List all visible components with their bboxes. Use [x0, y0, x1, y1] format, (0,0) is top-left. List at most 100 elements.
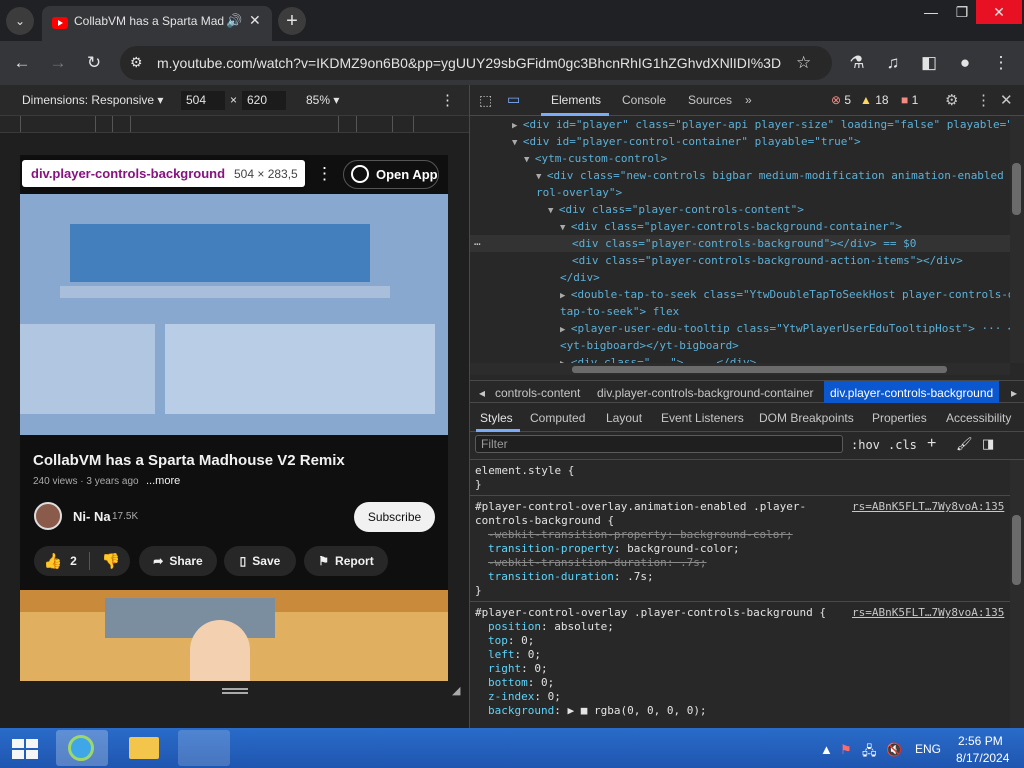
css-property-value[interactable]: absolute; — [554, 620, 614, 633]
reload-icon[interactable]: ↻ — [80, 49, 108, 77]
channel-name[interactable]: Ni- Na — [73, 509, 111, 524]
subscribe-button[interactable]: Subscribe — [354, 502, 435, 532]
start-button[interactable] — [10, 737, 40, 761]
css-property-value[interactable]: 0; — [528, 648, 541, 661]
media-query-ruler[interactable] — [0, 116, 469, 133]
styles-filter-input[interactable]: Filter — [475, 435, 843, 453]
taskbar-ie-icon[interactable] — [56, 730, 108, 766]
video-player[interactable] — [20, 194, 448, 435]
rule1-selector-cont[interactable]: controls-background { — [475, 514, 614, 528]
rule2-selector[interactable]: #player-control-overlay .player-controls… — [475, 606, 826, 620]
inspect-element-icon[interactable]: ⬚ — [479, 92, 492, 109]
dom-node[interactable]: ▼ <div class="new-controls bigbar medium… — [470, 167, 1010, 184]
input-language[interactable]: ENG — [915, 742, 941, 756]
dom-node[interactable]: ▼ <div id="player-control-container" pla… — [470, 133, 1010, 150]
css-declaration[interactable]: transition-property: background-color; — [488, 542, 740, 556]
forward-icon[interactable]: → — [44, 49, 72, 77]
viewport-resize-handle[interactable] — [222, 688, 248, 694]
css-property-name[interactable]: position — [488, 620, 541, 633]
site-info-icon[interactable]: ⚙ — [130, 54, 143, 71]
styles-vscroll-thumb[interactable] — [1012, 515, 1021, 585]
css-property-value[interactable]: .7s; — [627, 570, 654, 583]
css-property-name[interactable]: -webkit-transition-property — [488, 528, 667, 541]
tab-close-icon[interactable]: ✕ — [249, 12, 261, 29]
more-link[interactable]: ...more — [146, 475, 180, 487]
errors-count[interactable]: ⊗ 5 — [831, 93, 851, 107]
css-declaration[interactable]: right: 0; — [488, 662, 548, 676]
breadcrumb-prev-icon[interactable]: ◂ — [479, 386, 485, 400]
expand-triangle-icon[interactable]: ▼ — [536, 172, 547, 182]
channel-avatar[interactable] — [34, 502, 62, 530]
corner-resize-icon[interactable]: ◢ — [452, 684, 460, 697]
css-property-name[interactable]: bottom — [488, 676, 528, 689]
elements-vscroll[interactable] — [1010, 116, 1024, 363]
css-property-value[interactable]: ▶ ■ rgba(0, 0, 0, 0); — [567, 704, 706, 717]
expand-triangle-icon[interactable]: ▼ — [548, 206, 559, 216]
report-button[interactable]: ⚑ Report — [304, 546, 388, 576]
network-icon[interactable]: 🖧 — [862, 742, 877, 764]
settings-gear-icon[interactable]: ⚙ — [945, 91, 958, 109]
save-button[interactable]: ▯ Save — [224, 546, 296, 576]
devtools-close-icon[interactable]: ✕ — [1000, 91, 1013, 109]
css-property-value[interactable]: 0; — [548, 690, 561, 703]
tab-layout[interactable]: Layout — [606, 411, 642, 425]
css-declaration[interactable]: bottom: 0; — [488, 676, 554, 690]
css-property-value[interactable]: 0; — [541, 676, 554, 689]
computed-sidebar-icon[interactable]: ◨ — [982, 436, 994, 452]
css-property-name[interactable]: z-index — [488, 690, 534, 703]
url-text[interactable]: m.youtube.com/watch?v=IKDMZ9on6B0&pp=ygU… — [157, 55, 781, 71]
dom-node[interactable]: ▶ <div class="..."> ... </div> — [470, 354, 1010, 363]
dislike-icon[interactable]: 👎 — [88, 552, 121, 570]
css-property-value[interactable]: background-color; — [627, 542, 740, 555]
dom-node[interactable]: <div class="player-controls-background-a… — [470, 252, 1010, 269]
dom-node[interactable]: ▶ <player-user-edu-tooltip class="YtwPla… — [470, 320, 1024, 337]
share-button[interactable]: ➦ Share — [139, 546, 217, 576]
css-declaration[interactable]: left: 0; — [488, 648, 541, 662]
dom-node[interactable]: ▼ <div class="player-controls-content"> — [470, 201, 1010, 218]
media-controls-icon[interactable]: ♫ — [879, 49, 907, 77]
video-title[interactable]: CollabVM has a Sparta Madhouse V2 Remix — [33, 452, 345, 469]
new-rule-icon[interactable]: + — [927, 435, 936, 453]
css-declaration[interactable]: -webkit-transition-property: background-… — [488, 528, 793, 542]
audio-playing-icon[interactable]: 🔊 — [226, 13, 242, 29]
dom-node[interactable]: rol-overlay"> — [470, 184, 1010, 201]
dom-node[interactable]: ▶ <div id="player" class="player-api pla… — [470, 116, 1013, 133]
cls-toggle[interactable]: .cls — [888, 438, 917, 452]
dom-node[interactable]: <yt-bigboard></yt-bigboard> — [470, 337, 1010, 354]
expand-triangle-icon[interactable]: ▼ — [524, 155, 535, 165]
css-property-name[interactable]: transition-property — [488, 542, 614, 555]
dom-node-selected[interactable]: <div class="player-controls-background">… — [470, 235, 1010, 252]
expand-triangle-icon[interactable]: ▶ — [560, 291, 571, 301]
tab-accessibility[interactable]: Accessibility — [946, 411, 1011, 425]
expand-triangle-icon[interactable]: ▼ — [560, 223, 571, 233]
next-video-thumbnail[interactable] — [20, 590, 448, 681]
taskbar-explorer-icon[interactable] — [117, 730, 169, 766]
issues-count[interactable]: ■ 1 — [901, 93, 918, 107]
css-declaration[interactable]: top: 0; — [488, 634, 534, 648]
window-close-button[interactable]: ✕ — [976, 0, 1022, 24]
rule1-selector[interactable]: #player-control-overlay.animation-enable… — [475, 500, 806, 514]
browser-tab[interactable]: CollabVM has a Sparta Madhouse V2 Remix … — [42, 6, 272, 41]
device-toolbar-toggle-icon[interactable]: ▭ — [507, 91, 520, 108]
expand-triangle-icon[interactable]: ▼ — [512, 138, 523, 148]
css-declaration[interactable]: z-index: 0; — [488, 690, 561, 704]
css-declaration[interactable]: -webkit-transition-duration: .7s; — [488, 556, 707, 570]
open-app-button[interactable]: Open App — [343, 160, 439, 189]
labs-flask-icon[interactable]: ⚗ — [843, 49, 871, 77]
clock-time[interactable]: 2:56 PM — [958, 734, 1003, 748]
css-property-name[interactable]: transition-duration — [488, 570, 614, 583]
css-property-value[interactable]: 0; — [534, 662, 547, 675]
hov-toggle[interactable]: :hov — [851, 438, 880, 452]
elements-hscroll-thumb[interactable] — [572, 366, 947, 373]
tab-console[interactable]: Console — [622, 93, 666, 107]
paint-brush-icon[interactable]: 🖌 — [956, 436, 973, 452]
tab-styles[interactable]: Styles — [480, 411, 513, 425]
rule1-source-link[interactable]: rs=ABnK5FLT…7Wy8voA:135 — [852, 500, 1004, 514]
clock-date[interactable]: 8/17/2024 — [956, 751, 1009, 765]
devtools-menu-icon[interactable]: ⋮ — [976, 91, 991, 109]
new-tab-button[interactable]: + — [278, 7, 306, 35]
styles-vscroll[interactable] — [1010, 460, 1024, 728]
side-panel-icon[interactable]: ◧ — [915, 49, 943, 77]
more-tabs-icon[interactable]: » — [745, 93, 752, 107]
tab-dom-breakpoints[interactable]: DOM Breakpoints — [759, 411, 854, 425]
